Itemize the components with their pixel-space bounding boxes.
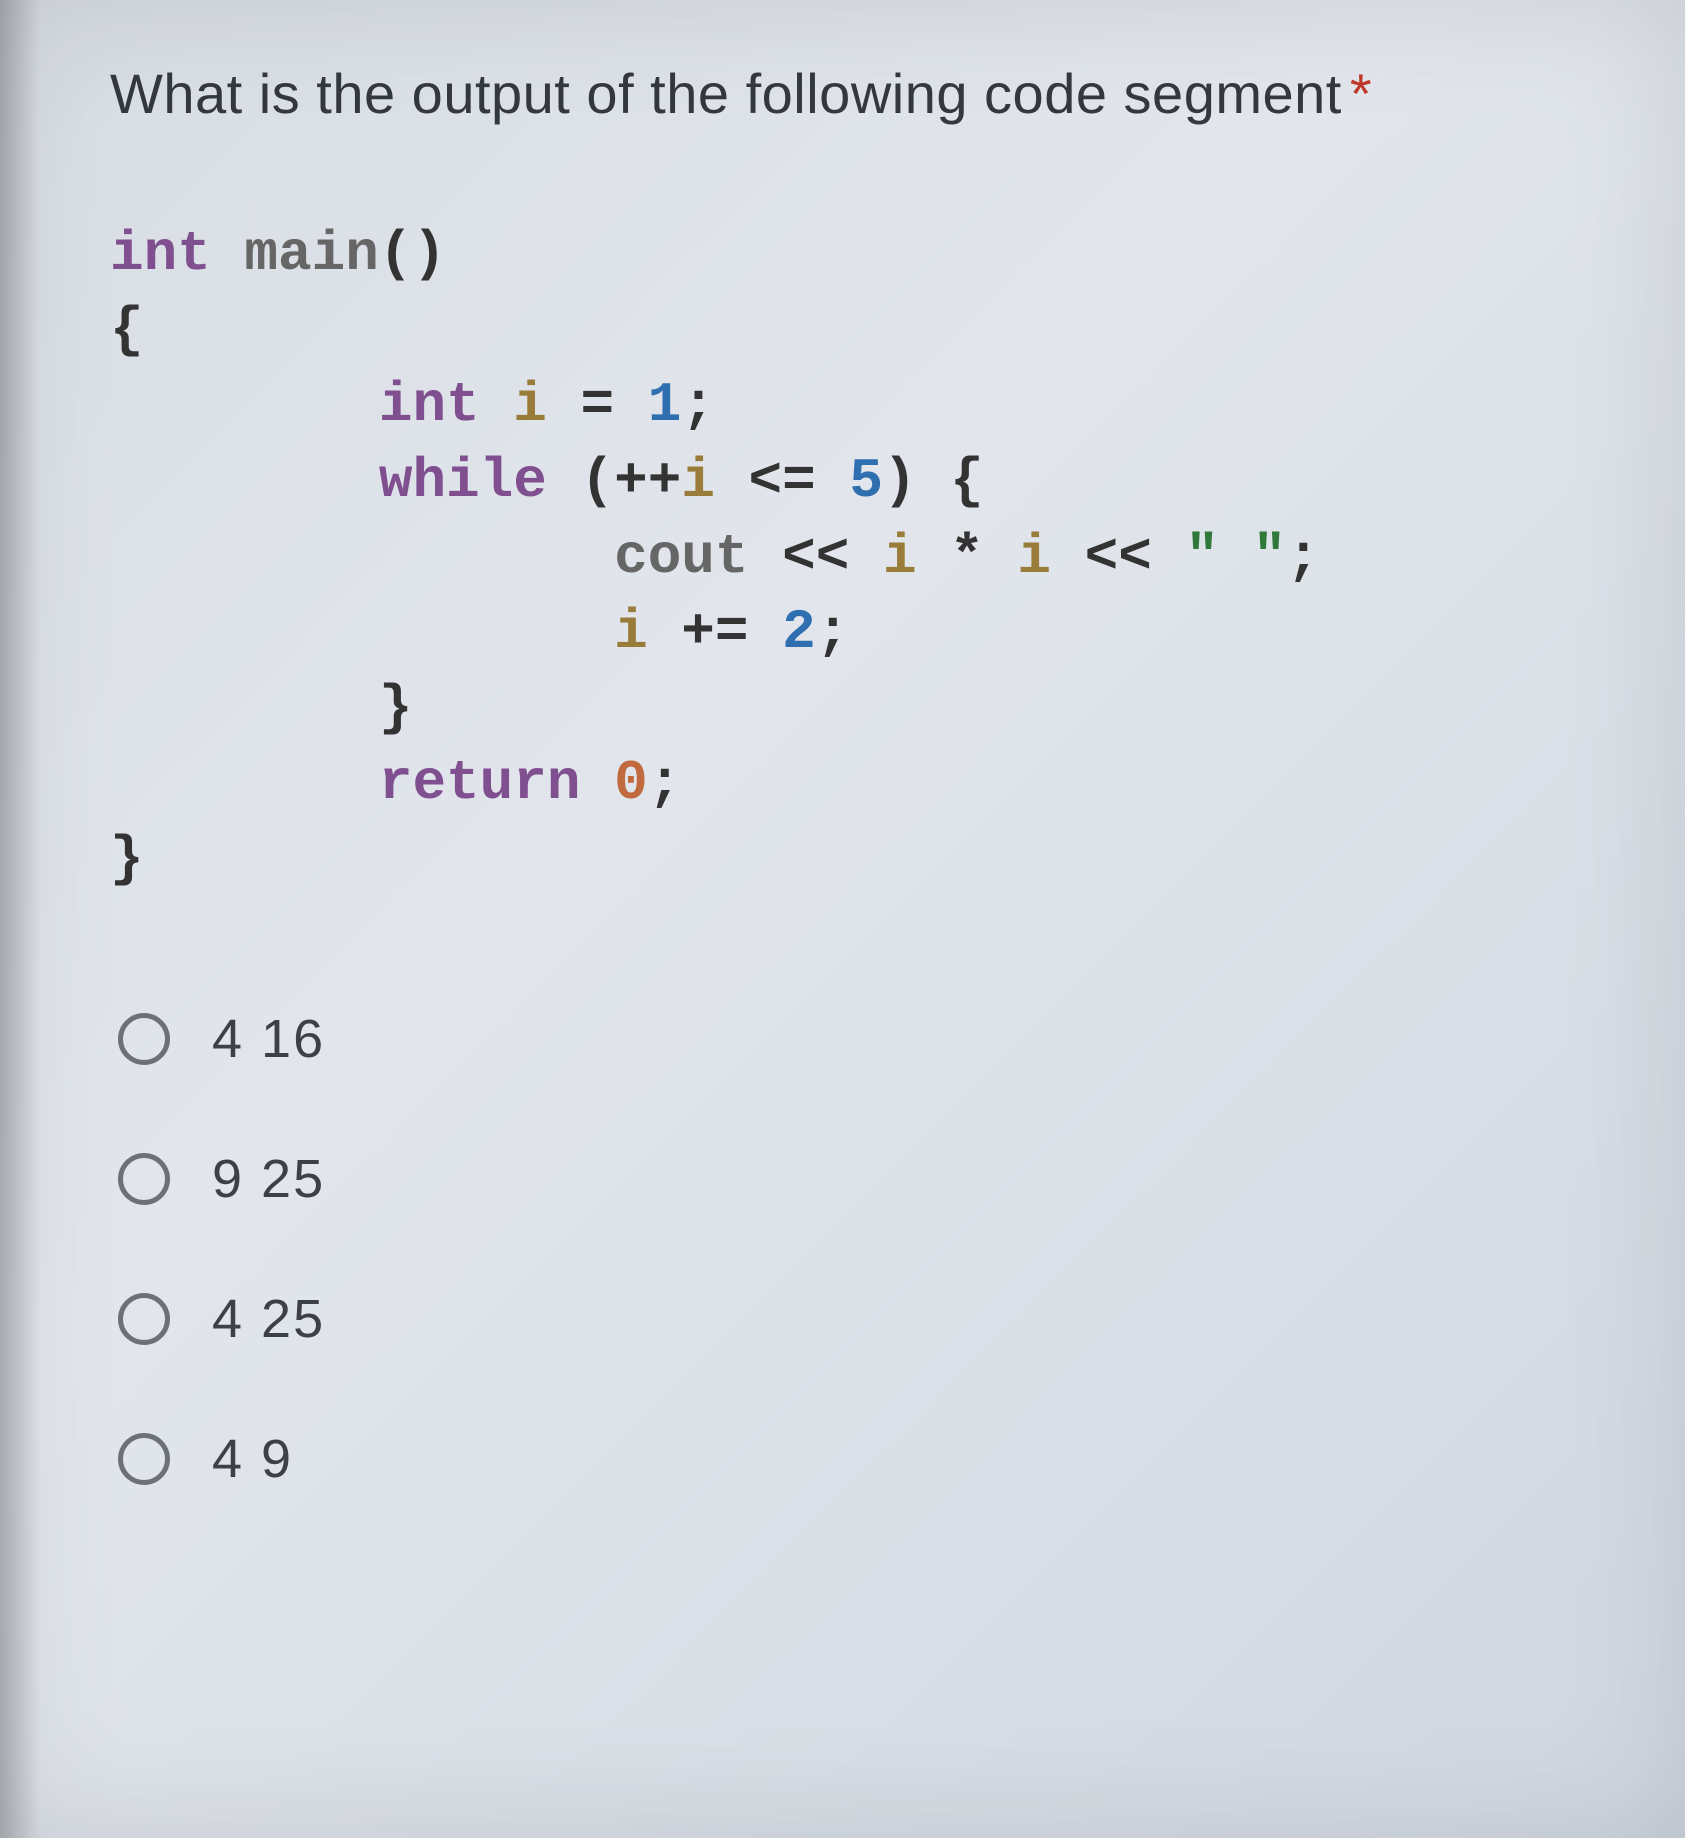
code-token: +=: [648, 600, 782, 664]
code-block: int main(){ int i = 1; while (++i <= 5) …: [110, 217, 1595, 897]
code-token: main: [244, 222, 378, 286]
code-line: }: [110, 822, 1595, 898]
question-card: What is the output of the following code…: [0, 0, 1685, 1838]
code-token: [110, 525, 614, 589]
option-label: 4 25: [212, 1288, 325, 1350]
code-token: [110, 751, 379, 815]
question-text-content: What is the output of the following code…: [110, 62, 1342, 125]
code-token: <<: [1051, 525, 1185, 589]
code-token: i: [614, 600, 648, 664]
code-token: [110, 449, 379, 513]
code-token: <<: [749, 525, 883, 589]
code-token: ;: [1286, 525, 1320, 589]
code-token: i: [513, 373, 547, 437]
code-token: cout: [614, 525, 748, 589]
code-token: ;: [681, 373, 715, 437]
code-line: while (++i <= 5) {: [110, 444, 1595, 520]
code-line: cout << i * i << " ";: [110, 520, 1595, 596]
code-token: int: [379, 373, 513, 437]
option-label: 4 9: [212, 1428, 293, 1490]
code-token: ;: [816, 600, 850, 664]
code-token: (++: [580, 449, 681, 513]
code-token: ) {: [883, 449, 984, 513]
radio-icon[interactable]: [118, 1153, 170, 1205]
code-line: }: [110, 671, 1595, 747]
radio-icon[interactable]: [118, 1293, 170, 1345]
code-token: {: [110, 298, 144, 362]
code-token: i: [883, 525, 917, 589]
option-4[interactable]: 4 9: [118, 1428, 1595, 1490]
code-token: }: [110, 676, 412, 740]
code-token: [110, 600, 614, 664]
code-token: *: [917, 525, 1018, 589]
code-token: i: [681, 449, 715, 513]
option-label: 4 16: [212, 1008, 325, 1070]
code-token: =: [547, 373, 648, 437]
code-line: int main(): [110, 217, 1595, 293]
code-token: }: [110, 827, 144, 891]
code-line: return 0;: [110, 746, 1595, 822]
code-line: {: [110, 293, 1595, 369]
code-token: <=: [715, 449, 849, 513]
code-token: " ": [1185, 525, 1286, 589]
radio-icon[interactable]: [118, 1013, 170, 1065]
code-token: i: [1017, 525, 1051, 589]
option-3[interactable]: 4 25: [118, 1288, 1595, 1350]
option-2[interactable]: 9 25: [118, 1148, 1595, 1210]
option-label: 9 25: [212, 1148, 325, 1210]
code-token: 2: [782, 600, 816, 664]
code-token: 5: [849, 449, 883, 513]
code-token: ;: [648, 751, 682, 815]
code-token: while: [379, 449, 581, 513]
question-text: What is the output of the following code…: [110, 60, 1595, 127]
code-token: 0: [614, 751, 648, 815]
code-token: int: [110, 222, 244, 286]
required-star: *: [1350, 62, 1372, 125]
code-token: (): [379, 222, 446, 286]
option-1[interactable]: 4 16: [118, 1008, 1595, 1070]
code-line: i += 2;: [110, 595, 1595, 671]
options-group: 4 16 9 25 4 25 4 9: [110, 1008, 1595, 1490]
code-line: int i = 1;: [110, 368, 1595, 444]
radio-icon[interactable]: [118, 1433, 170, 1485]
code-token: 1: [648, 373, 682, 437]
code-token: [110, 373, 379, 437]
code-token: return: [379, 751, 614, 815]
left-shadow: [0, 0, 40, 1838]
